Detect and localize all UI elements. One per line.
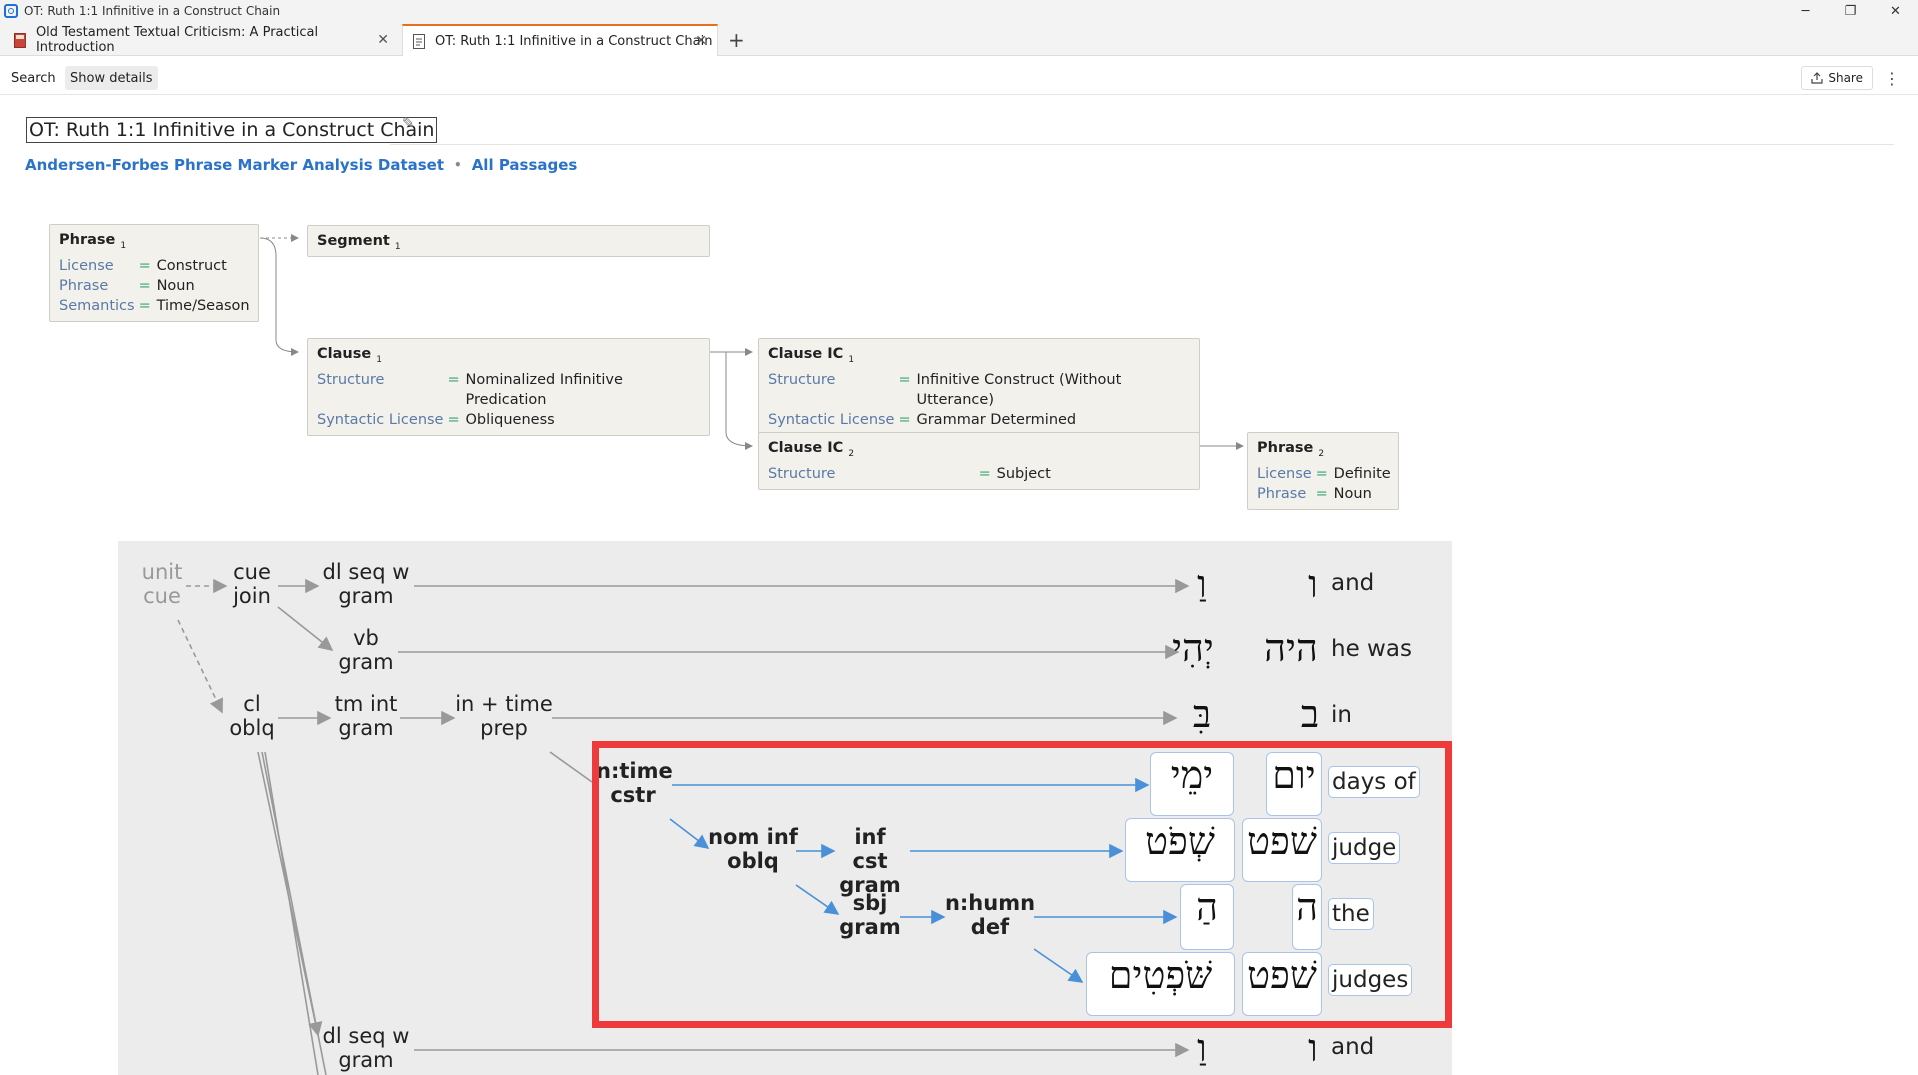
cue-text: cue bbox=[143, 584, 181, 608]
dl-seq-w-label-2: dl seq w gram bbox=[318, 1024, 414, 1072]
hebrew-surface-word[interactable]: וַ bbox=[1178, 1026, 1226, 1074]
vb-gram-label: vb gram bbox=[330, 626, 402, 674]
label-line: cue bbox=[233, 560, 271, 584]
label-line: dl seq w bbox=[322, 1024, 410, 1048]
highlight-box bbox=[592, 741, 1452, 1028]
hebrew-surface-word[interactable]: בִּ bbox=[1178, 692, 1226, 740]
english-gloss: and bbox=[1331, 570, 1375, 596]
hebrew-lemma[interactable]: ב bbox=[1292, 692, 1328, 740]
label-line: join bbox=[233, 584, 271, 608]
label-line: gram bbox=[338, 716, 394, 740]
label-line: in + time bbox=[455, 692, 553, 716]
dl-seq-w-label: dl seq w gram bbox=[318, 560, 414, 608]
label-line: gram bbox=[338, 650, 394, 674]
label-line: prep bbox=[480, 716, 528, 740]
hebrew-surface-word[interactable]: יְהִי bbox=[1160, 626, 1226, 674]
cue-join-label: cue join bbox=[226, 560, 278, 608]
hebrew-surface-word[interactable]: וַ bbox=[1178, 562, 1226, 610]
english-gloss: he was bbox=[1331, 636, 1412, 662]
label-line: gram bbox=[338, 1048, 394, 1072]
english-gloss: in bbox=[1331, 702, 1352, 728]
hebrew-lemma[interactable]: ו bbox=[1298, 562, 1328, 610]
label-line: cl bbox=[243, 692, 261, 716]
label-line: tm int bbox=[334, 692, 398, 716]
english-gloss: and bbox=[1331, 1034, 1375, 1060]
hebrew-lemma[interactable]: היה bbox=[1254, 626, 1328, 674]
unit-cue-label: unit cue bbox=[140, 560, 184, 608]
in-time-prep-label: in + time prep bbox=[454, 692, 554, 740]
label-line: gram bbox=[338, 584, 394, 608]
unit-text: unit bbox=[141, 560, 183, 584]
label-line: dl seq w bbox=[322, 560, 410, 584]
label-line: vb bbox=[353, 626, 379, 650]
tm-int-label: tm int gram bbox=[330, 692, 402, 740]
cl-oblq-label: cl oblq bbox=[224, 692, 280, 740]
label-line: oblq bbox=[229, 716, 275, 740]
hebrew-lemma[interactable]: ו bbox=[1298, 1026, 1328, 1074]
